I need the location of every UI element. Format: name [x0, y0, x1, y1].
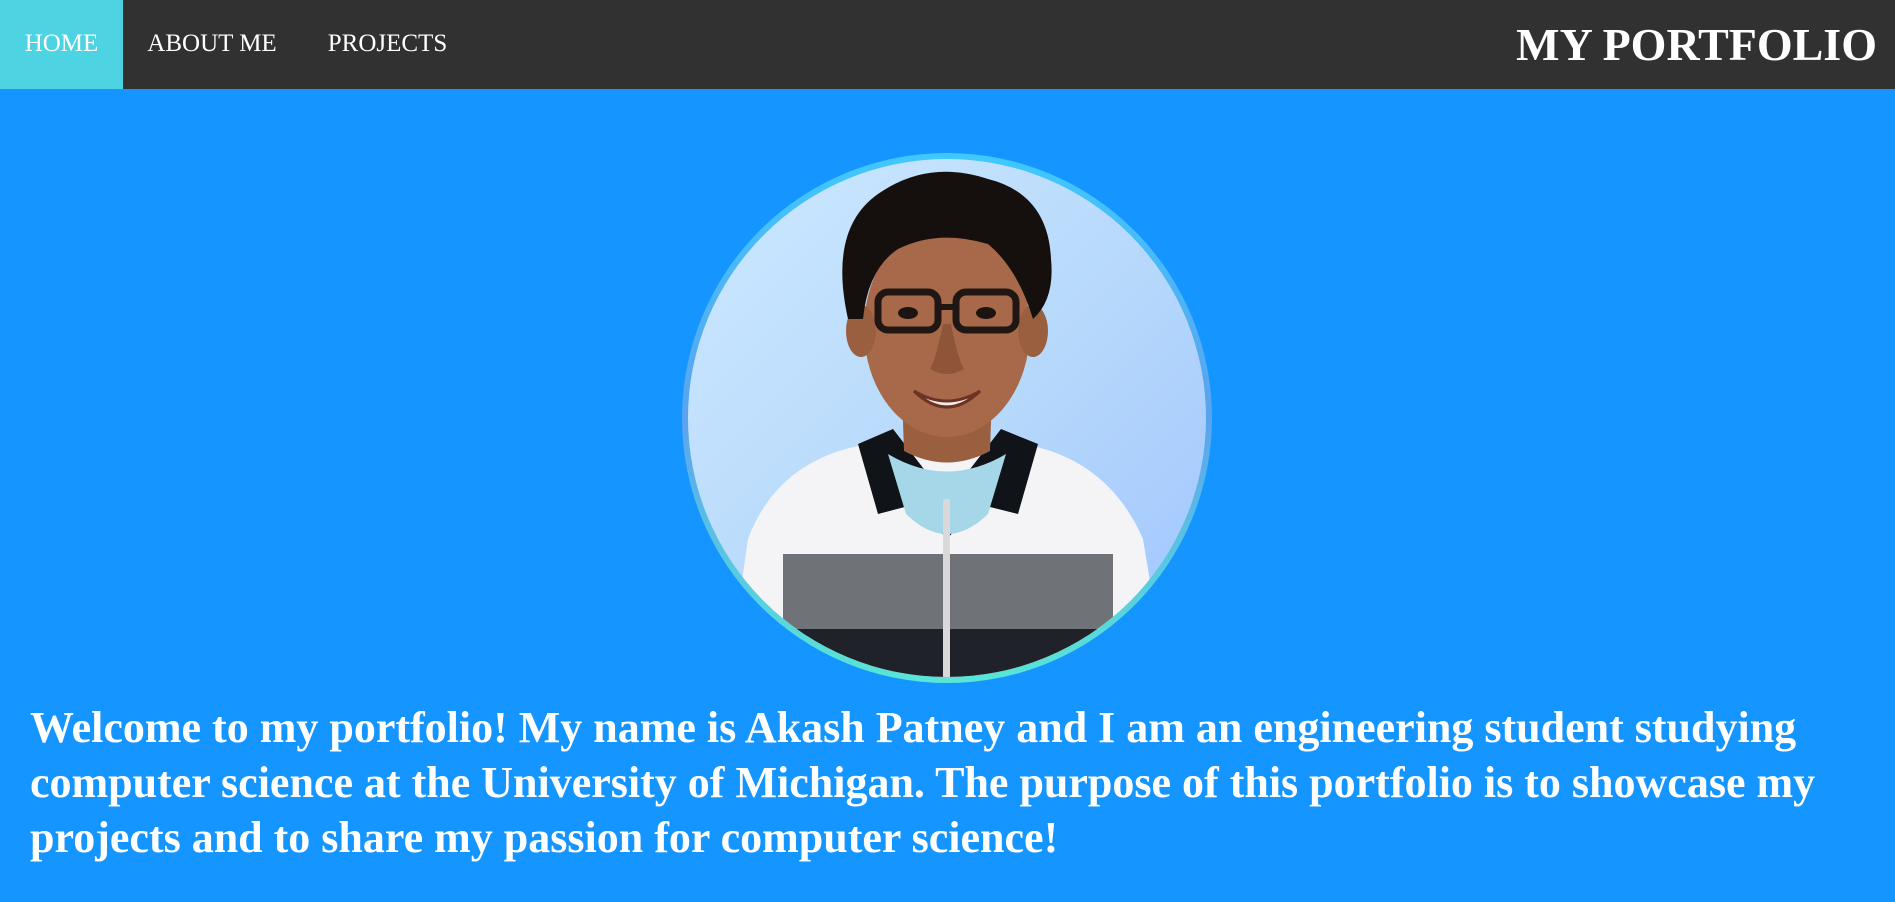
site-brand: MY PORTFOLIO [1516, 19, 1877, 70]
nav-about-me[interactable]: ABOUT ME [123, 0, 301, 89]
welcome-message: Welcome to my portfolio! My name is Akas… [30, 703, 1816, 862]
profile-photo [688, 159, 1206, 677]
top-navbar: HOME ABOUT ME PROJECTS MY PORTFOLIO [0, 0, 1895, 89]
nav-projects[interactable]: PROJECTS [301, 0, 474, 89]
nav-home[interactable]: HOME [0, 0, 123, 89]
profile-photo-illustration [728, 171, 1166, 677]
profile-photo-frame [682, 153, 1212, 683]
